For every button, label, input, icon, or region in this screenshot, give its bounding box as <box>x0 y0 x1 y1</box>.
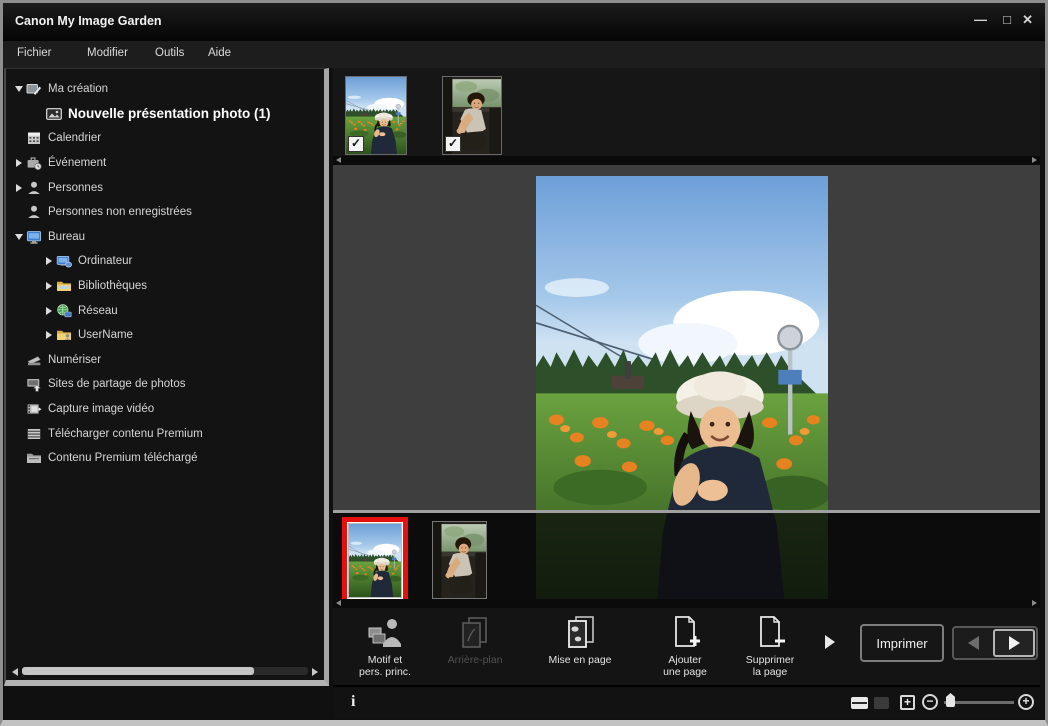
page-thumbnail-selected[interactable] <box>342 517 408 604</box>
unregistered-people-icon <box>26 204 42 220</box>
delete-page-button[interactable]: Supprimer la page <box>726 612 814 678</box>
sidebar-item-personnes-non-enregistrees[interactable]: Personnes non enregistrées <box>6 200 324 225</box>
background-button: Arrière-plan <box>431 612 519 666</box>
navigation-tree: Ma création Nouvelle présentation photo … <box>6 77 324 471</box>
menu-bar: Fichier Modifier Outils Aide <box>3 41 1045 68</box>
layout-button[interactable]: Mise en page <box>536 612 624 666</box>
more-tools-icon[interactable] <box>825 635 835 649</box>
preview-strip-divider <box>333 510 1040 513</box>
background-icon <box>431 612 519 654</box>
premium-download-icon <box>26 426 42 442</box>
video-capture-icon <box>26 401 42 417</box>
computer-icon <box>56 253 72 269</box>
chevron-right-icon[interactable] <box>46 307 52 315</box>
sidebar-item-bibliotheques[interactable]: Bibliothèques <box>6 274 324 299</box>
chevron-down-icon[interactable] <box>15 234 23 240</box>
material-thumbnail-strip: ✓ ✓ <box>333 68 1040 156</box>
close-icon[interactable]: ✕ <box>1022 12 1033 28</box>
strip-scrollbar[interactable] <box>333 156 1040 165</box>
window-title: Canon My Image Garden <box>15 14 162 28</box>
page-strip-scrollbar[interactable] <box>333 599 1040 608</box>
add-page-icon <box>641 612 729 654</box>
content-area: ✓ ✓ <box>333 68 1040 719</box>
theme-main-people-button[interactable]: Motif et pers. princ. <box>341 612 429 678</box>
zoom-out-icon[interactable]: − <box>922 694 938 710</box>
scroll-right-icon[interactable] <box>1032 600 1037 606</box>
sidebar-item-calendrier[interactable]: Calendrier <box>6 126 324 151</box>
zoom-slider-thumb[interactable] <box>946 693 955 707</box>
people-icon <box>26 180 42 196</box>
libraries-icon <box>56 278 72 294</box>
sidebar-item-capture-image-video[interactable]: Capture image vidéo <box>6 397 324 422</box>
status-bar: i + − + <box>333 687 1040 719</box>
title-bar: Canon My Image Garden — □ ✕ <box>3 3 1045 41</box>
sidebar-item-nouvelle-presentation-photo[interactable]: Nouvelle présentation photo (1) <box>6 102 324 127</box>
minimize-icon[interactable]: — <box>974 12 987 27</box>
add-page-button[interactable]: Ajouter une page <box>641 612 729 678</box>
scroll-right-icon[interactable] <box>312 668 318 676</box>
material-thumbnail-garden[interactable]: ✓ <box>345 76 407 155</box>
theme-main-people-icon <box>341 612 429 654</box>
page-thumbnail-2[interactable] <box>432 521 487 599</box>
single-view-icon[interactable] <box>851 697 868 709</box>
info-icon[interactable]: i <box>351 693 355 711</box>
sidebar-item-contenu-premium-telecharge[interactable]: Contenu Premium téléchargé <box>6 446 324 471</box>
page-navigation <box>952 626 1038 660</box>
menu-outils[interactable]: Outils <box>155 47 184 59</box>
menu-aide[interactable]: Aide <box>208 47 231 59</box>
menu-fichier[interactable]: Fichier <box>17 47 52 59</box>
checkbox-checked-icon[interactable]: ✓ <box>445 136 461 152</box>
chevron-right-icon[interactable] <box>16 159 22 167</box>
print-button[interactable]: Imprimer <box>860 624 944 662</box>
menu-modifier[interactable]: Modifier <box>87 47 128 59</box>
scroll-left-icon[interactable] <box>336 600 341 606</box>
sidebar-item-ordinateur[interactable]: Ordinateur <box>6 249 324 274</box>
fit-view-icon[interactable]: + <box>900 695 915 710</box>
sidebar-item-personnes[interactable]: Personnes <box>6 175 324 200</box>
next-page-button[interactable] <box>993 629 1035 657</box>
photo-presentation-icon <box>46 106 62 122</box>
chevron-right-icon[interactable] <box>46 257 52 265</box>
app-window: Canon My Image Garden — □ ✕ Fichier Modi… <box>0 0 1048 726</box>
chevron-right-icon[interactable] <box>16 184 22 192</box>
arrow-left-icon <box>968 636 979 650</box>
zoom-in-icon[interactable]: + <box>1018 694 1034 710</box>
scroll-left-icon[interactable] <box>336 157 341 163</box>
chevron-right-icon[interactable] <box>46 331 52 339</box>
calendar-icon <box>26 130 42 146</box>
previous-page-button[interactable] <box>954 628 992 658</box>
event-icon <box>26 155 42 171</box>
desktop-icon <box>26 229 42 245</box>
arrow-right-icon <box>1009 636 1020 650</box>
scrollbar-thumb[interactable] <box>22 667 254 675</box>
sidebar-horizontal-scrollbar[interactable] <box>12 666 318 678</box>
edit-toolbar: Motif et pers. princ. Arrière-plan <box>333 608 1040 685</box>
delete-page-icon <box>726 612 814 654</box>
scroll-right-icon[interactable] <box>1032 157 1037 163</box>
my-creation-icon <box>26 81 42 97</box>
premium-content-icon <box>26 450 42 466</box>
photo-sharing-icon <box>26 376 42 392</box>
sidebar-item-ma-creation[interactable]: Ma création <box>6 77 324 102</box>
grid-view-icon[interactable] <box>874 697 889 709</box>
sidebar-item-reseau[interactable]: Réseau <box>6 298 324 323</box>
sidebar: Ma création Nouvelle présentation photo … <box>4 68 329 686</box>
chevron-down-icon[interactable] <box>15 86 23 92</box>
chevron-right-icon[interactable] <box>46 282 52 290</box>
scanner-icon <box>26 352 42 368</box>
network-icon <box>56 303 72 319</box>
user-folder-icon <box>56 327 72 343</box>
maximize-icon[interactable]: □ <box>1003 12 1011 27</box>
checkbox-checked-icon[interactable]: ✓ <box>348 136 364 152</box>
sidebar-item-username[interactable]: UserName <box>6 323 324 348</box>
sidebar-item-sites-partage-photos[interactable]: Sites de partage de photos <box>6 372 324 397</box>
material-thumbnail-car[interactable]: ✓ <box>442 76 502 155</box>
sidebar-item-evenement[interactable]: Événement <box>6 151 324 176</box>
scroll-left-icon[interactable] <box>12 668 18 676</box>
sidebar-item-telecharger-contenu-premium[interactable]: Télécharger contenu Premium <box>6 421 324 446</box>
sidebar-item-bureau[interactable]: Bureau <box>6 225 324 250</box>
layout-icon <box>536 612 624 654</box>
sidebar-item-numeriser[interactable]: Numériser <box>6 348 324 373</box>
